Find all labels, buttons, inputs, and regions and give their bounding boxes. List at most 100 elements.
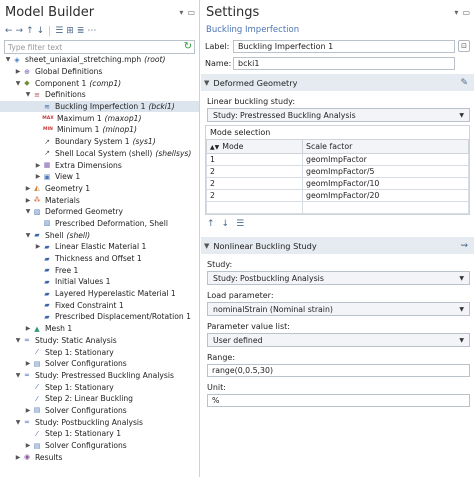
tree-node[interactable]: ▶ ▰ Linear Elastic Material 1 bbox=[0, 241, 199, 253]
move-up-icon[interactable]: ↑ bbox=[207, 219, 215, 229]
delete-rows-icon[interactable]: ☰ bbox=[236, 219, 244, 229]
chevron-right-icon[interactable]: ▶ bbox=[24, 442, 32, 449]
tree-node[interactable]: ▼ ◈ sheet_uniaxial_stretching.mph (root) bbox=[0, 54, 199, 66]
tree-node[interactable]: ▶ ▤ Solver Configurations bbox=[0, 405, 199, 417]
chevron-down-icon[interactable]: ▼ bbox=[24, 208, 32, 215]
tree-node[interactable]: ▶ ◭ Geometry 1 bbox=[0, 183, 199, 195]
chevron-down-icon[interactable]: ▼ bbox=[24, 91, 32, 98]
scale-factor-cell[interactable]: geomImpFactor/5 bbox=[302, 165, 469, 178]
tree-node[interactable]: ▼ ◆ Component 1 (comp1) bbox=[0, 77, 199, 89]
unit-input[interactable]: % bbox=[207, 394, 470, 407]
tree-node[interactable]: ▰ Thickness and Offset 1 bbox=[0, 253, 199, 265]
tree-node[interactable]: ▰ Fixed Constraint 1 bbox=[0, 299, 199, 311]
tree-node[interactable]: ▰ Layered Hyperelastic Material 1 bbox=[0, 288, 199, 300]
chevron-right-icon[interactable]: ▶ bbox=[34, 243, 42, 250]
tree-node[interactable]: ▶ ▦ Extra Dimensions bbox=[0, 159, 199, 171]
chevron-down-icon[interactable]: ▼ bbox=[14, 80, 22, 87]
tree-node[interactable]: ▧ Prescribed Deformation, Shell bbox=[0, 218, 199, 230]
tree-settings-icon[interactable]: ⋯ bbox=[87, 26, 96, 36]
tree-node[interactable]: ↗ Boundary System 1 (sys1) bbox=[0, 136, 199, 148]
chevron-right-icon[interactable]: ▶ bbox=[24, 325, 32, 332]
chevron-right-icon[interactable]: ▶ bbox=[14, 68, 22, 75]
move-down-icon[interactable]: ↓ bbox=[222, 219, 230, 229]
mode-cell[interactable]: 2 bbox=[206, 165, 303, 178]
chevron-right-icon[interactable]: ▶ bbox=[24, 407, 32, 414]
mode-cell[interactable]: 2 bbox=[206, 177, 303, 190]
mode-cell[interactable]: 1 bbox=[206, 153, 303, 166]
down-arrow-icon[interactable]: ↓ bbox=[37, 26, 45, 36]
table-row[interactable]: 2 geomImpFactor/10 bbox=[206, 177, 469, 190]
tree-node[interactable]: ▼ ∞ Study: Static Analysis bbox=[0, 335, 199, 347]
label-input[interactable]: Buckling Imperfection 1 bbox=[233, 39, 455, 53]
tree-node[interactable]: ▼ ∞ Study: Prestressed Buckling Analysis bbox=[0, 370, 199, 382]
tree-node[interactable]: ▼ ▧ Deformed Geometry bbox=[0, 206, 199, 218]
scale-factor-cell[interactable]: geomImpFactor/10 bbox=[302, 177, 469, 190]
tree-filter-input[interactable]: Type filter text ↻ bbox=[4, 40, 195, 54]
back-arrow-icon[interactable]: ← bbox=[5, 26, 13, 36]
table-row[interactable]: 2 geomImpFactor/5 bbox=[206, 165, 469, 178]
chevron-down-icon[interactable]: ▼ bbox=[14, 372, 22, 379]
table-row[interactable]: 1 geomImpFactor bbox=[206, 153, 469, 166]
forward-arrow-icon[interactable]: → bbox=[16, 26, 24, 36]
edit-pencil-icon[interactable]: ✎ bbox=[460, 78, 468, 88]
linear-buckling-study-select[interactable]: Study: Prestressed Buckling Analysis ▼ bbox=[207, 108, 470, 122]
tree-node[interactable]: ↗ Shell Local System (shell) (shellsys) bbox=[0, 148, 199, 160]
model-tree-filter-icon[interactable]: ⊞ bbox=[66, 26, 74, 36]
chevron-down-icon[interactable]: ▼ bbox=[24, 232, 32, 239]
name-input[interactable]: bcki1 bbox=[233, 56, 455, 70]
tree-node[interactable]: ▶ ◉ Results bbox=[0, 451, 199, 463]
load-parameter-select[interactable]: nominalStrain (Nominal strain) ▼ bbox=[207, 302, 470, 316]
tree-node[interactable]: MIN Minimum 1 (minop1) bbox=[0, 124, 199, 136]
mode-column-header[interactable]: ▲▼ Mode bbox=[206, 139, 303, 154]
refresh-icon[interactable]: ↻ bbox=[181, 41, 195, 55]
minimize-icon[interactable]: ▭ bbox=[187, 8, 195, 17]
minimize-icon[interactable]: ▭ bbox=[462, 8, 470, 17]
range-input[interactable]: range(0,0.5,30) bbox=[207, 364, 470, 377]
tree-node[interactable]: ▼ ▰ Shell (shell) bbox=[0, 229, 199, 241]
tree-node[interactable]: ▶ ▣ View 1 bbox=[0, 171, 199, 183]
chevron-right-icon[interactable]: ▶ bbox=[34, 173, 42, 180]
chevron-down-icon[interactable]: ▼ bbox=[4, 56, 12, 63]
tree-node[interactable]: ▶ ▤ Solver Configurations bbox=[0, 358, 199, 370]
table-row-empty[interactable] bbox=[206, 201, 469, 214]
up-arrow-icon[interactable]: ↑ bbox=[26, 26, 34, 36]
tree-node[interactable]: ▶ ⊕ Global Definitions bbox=[0, 66, 199, 78]
mode-cell[interactable]: 2 bbox=[206, 189, 303, 202]
scale-factor-column-header[interactable]: Scale factor bbox=[302, 139, 469, 154]
nonlinear-buckling-section-header[interactable]: ▼ Nonlinear Buckling Study ⇝ bbox=[201, 237, 474, 254]
chevron-down-icon[interactable]: ▼ bbox=[14, 419, 22, 426]
tree-node[interactable]: ▰ Free 1 bbox=[0, 264, 199, 276]
parameter-value-list-select[interactable]: User defined ▼ bbox=[207, 333, 470, 347]
tree-node[interactable]: ⁄ Step 1: Stationary bbox=[0, 381, 199, 393]
tree-node[interactable]: ≋ Buckling Imperfection 1 (bcki1) bbox=[0, 100, 199, 113]
tree-node[interactable]: ⁄ Step 1: Stationary bbox=[0, 346, 199, 358]
chevron-right-icon[interactable]: ▶ bbox=[34, 162, 42, 169]
tree-node[interactable]: ⁄ Step 2: Linear Buckling bbox=[0, 393, 199, 405]
deformed-geometry-section-header[interactable]: ▼ Deformed Geometry ✎ bbox=[201, 74, 474, 91]
chevron-right-icon[interactable]: ▶ bbox=[14, 454, 22, 461]
sweep-icon[interactable]: ⇝ bbox=[460, 241, 468, 251]
tree-node[interactable]: ▰ Prescribed Displacement/Rotation 1 bbox=[0, 311, 199, 323]
tree-node[interactable]: ▼ ≡ Definitions bbox=[0, 89, 199, 101]
tree-node[interactable]: ▰ Initial Values 1 bbox=[0, 276, 199, 288]
expand-sections-icon[interactable]: ≣ bbox=[77, 26, 85, 36]
scale-factor-cell[interactable]: geomImpFactor/20 bbox=[302, 189, 469, 202]
chevron-right-icon[interactable]: ▶ bbox=[24, 360, 32, 367]
tree-node[interactable]: ▶ ▲ Mesh 1 bbox=[0, 323, 199, 335]
tree-node[interactable]: MAX Maximum 1 (maxop1) bbox=[0, 112, 199, 124]
chevron-down-icon[interactable]: ▼ bbox=[14, 337, 22, 344]
reset-label-icon[interactable]: ⊡ bbox=[458, 40, 470, 52]
tree-node[interactable]: ⁄ Step 1: Stationary 1 bbox=[0, 428, 199, 440]
show-more-options-icon[interactable]: ☰ bbox=[55, 26, 63, 36]
empty-cell[interactable] bbox=[302, 201, 469, 214]
study-select[interactable]: Study: Postbuckling Analysis ▼ bbox=[207, 271, 470, 285]
tree-node[interactable]: ▼ ∞ Study: Postbuckling Analysis bbox=[0, 416, 199, 428]
scale-factor-cell[interactable]: geomImpFactor bbox=[302, 153, 469, 166]
chevron-right-icon[interactable]: ▶ bbox=[24, 185, 32, 192]
view-menu-icon[interactable]: ▾ bbox=[179, 8, 183, 17]
chevron-right-icon[interactable]: ▶ bbox=[24, 197, 32, 204]
tree-node[interactable]: ▶ ⁂ Materials bbox=[0, 194, 199, 206]
view-menu-icon[interactable]: ▾ bbox=[454, 8, 458, 17]
table-row[interactable]: 2 geomImpFactor/20 bbox=[206, 189, 469, 202]
tree-node[interactable]: ▶ ▤ Solver Configurations bbox=[0, 440, 199, 452]
